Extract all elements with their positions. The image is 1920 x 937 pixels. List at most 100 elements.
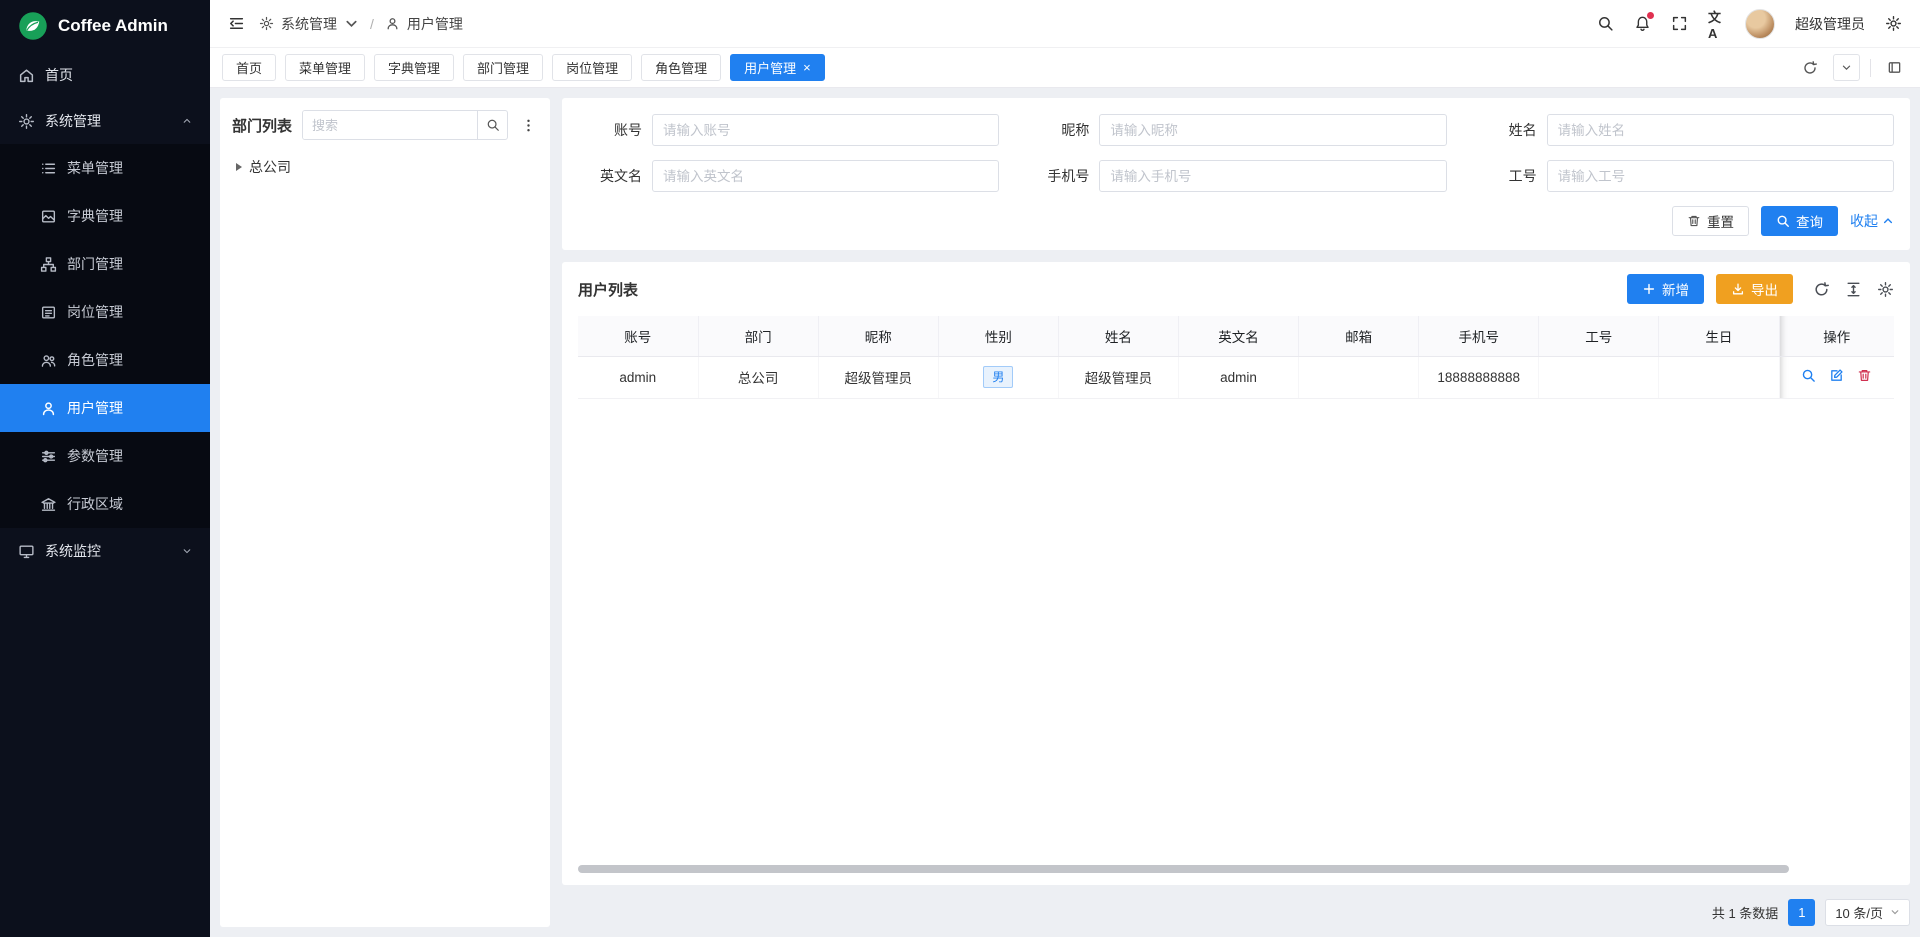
field-label: 手机号 — [1025, 166, 1089, 186]
breadcrumb: 系统管理 / 用户管理 — [259, 14, 463, 34]
tab-close-icon[interactable]: × — [803, 61, 811, 74]
horizontal-scrollbar[interactable] — [578, 865, 1894, 873]
more-options-icon[interactable] — [518, 118, 538, 133]
department-search-input[interactable] — [303, 111, 477, 139]
tab-role-mgmt[interactable]: 角色管理 — [641, 54, 721, 81]
page-button-1[interactable]: 1 — [1788, 899, 1815, 926]
sidebar-item-label: 部门管理 — [67, 254, 123, 274]
settings-gear-icon[interactable] — [1885, 15, 1902, 32]
gear-icon — [18, 113, 35, 130]
tab-dept-mgmt[interactable]: 部门管理 — [463, 54, 543, 81]
sidebar-item-post-mgmt[interactable]: 岗位管理 — [0, 288, 210, 336]
chevron-down-icon — [182, 546, 192, 556]
sidebar-item-role-mgmt[interactable]: 角色管理 — [0, 336, 210, 384]
badge-icon — [40, 304, 57, 321]
sidebar-item-region-mgmt[interactable]: 行政区域 — [0, 480, 210, 528]
tab-user-mgmt[interactable]: 用户管理 × — [730, 54, 825, 81]
breadcrumb-item[interactable]: 系统管理 — [281, 14, 337, 34]
tab-dict-mgmt[interactable]: 字典管理 — [374, 54, 454, 81]
add-user-button[interactable]: 新增 — [1627, 274, 1704, 304]
field-name: 姓名 — [1473, 114, 1894, 146]
collapse-button-label: 收起 — [1850, 211, 1878, 231]
download-icon — [1731, 282, 1745, 296]
content-fullscreen-icon[interactable] — [1881, 54, 1908, 81]
export-button[interactable]: 导出 — [1716, 274, 1793, 304]
sidebar-item-label: 系统监控 — [45, 541, 101, 561]
edit-icon[interactable] — [1829, 368, 1844, 383]
tab-label: 首页 — [236, 58, 262, 77]
field-nickname: 昵称 — [1025, 114, 1446, 146]
fullscreen-icon[interactable] — [1671, 15, 1688, 32]
per-page-select[interactable]: 10 条/页 — [1825, 899, 1910, 926]
col-header-birthday: 生日 — [1659, 316, 1779, 356]
reload-icon[interactable] — [1796, 54, 1823, 81]
sidebar-item-system-monitor[interactable]: 系统监控 — [0, 528, 210, 574]
sidebar-item-dict-mgmt[interactable]: 字典管理 — [0, 192, 210, 240]
name-input[interactable] — [1547, 114, 1894, 146]
pagination-total: 共 1 条数据 — [1712, 903, 1778, 922]
row-height-icon[interactable] — [1845, 281, 1862, 298]
table-toolbar: 新增 导出 — [1627, 274, 1894, 304]
field-work-id: 工号 — [1473, 160, 1894, 192]
cell-birthday — [1659, 356, 1779, 398]
scrollbar-thumb[interactable] — [578, 865, 1789, 873]
user-list-card: 用户列表 新增 — [562, 262, 1910, 885]
tab-home[interactable]: 首页 — [222, 54, 276, 81]
query-button-label: 查询 — [1796, 211, 1823, 231]
cell-en-name: admin — [1178, 356, 1298, 398]
tree-node-head-office[interactable]: 总公司 — [232, 152, 538, 182]
avatar[interactable] — [1745, 9, 1775, 39]
chevron-down-icon — [344, 16, 359, 31]
tab-post-mgmt[interactable]: 岗位管理 — [552, 54, 632, 81]
sidebar-item-home[interactable]: 首页 — [0, 52, 210, 98]
reset-button[interactable]: 重置 — [1672, 206, 1749, 236]
sidebar-item-param-mgmt[interactable]: 参数管理 — [0, 432, 210, 480]
sidebar-item-system-mgmt[interactable]: 系统管理 — [0, 98, 210, 144]
search-icon — [1776, 214, 1790, 228]
search-icon[interactable] — [1597, 15, 1614, 32]
caret-right-icon[interactable] — [236, 163, 242, 171]
query-button[interactable]: 查询 — [1761, 206, 1838, 236]
en-name-input[interactable] — [652, 160, 999, 192]
gear-icon — [259, 16, 274, 31]
field-en-name: 英文名 — [578, 160, 999, 192]
search-icon[interactable] — [477, 111, 507, 139]
coffee-logo-icon — [18, 11, 48, 41]
cell-account: admin — [578, 356, 698, 398]
cell-name: 超级管理员 — [1058, 356, 1178, 398]
work-id-input[interactable] — [1547, 160, 1894, 192]
refresh-icon[interactable] — [1813, 281, 1830, 298]
users-icon — [40, 352, 57, 369]
current-user-name[interactable]: 超级管理员 — [1795, 14, 1865, 34]
bank-icon — [40, 496, 57, 513]
topbar-actions: 文A 超级管理员 — [1597, 9, 1902, 39]
sidebar-item-dept-mgmt[interactable]: 部门管理 — [0, 240, 210, 288]
phone-input[interactable] — [1099, 160, 1446, 192]
collapse-button[interactable]: 收起 — [1850, 211, 1894, 231]
field-phone: 手机号 — [1025, 160, 1446, 192]
app-title: Coffee Admin — [58, 16, 168, 36]
search-form: 账号 昵称 姓名 英文名 — [578, 114, 1894, 192]
table-row[interactable]: admin 总公司 超级管理员 男 超级管理员 admin 1888888888… — [578, 356, 1894, 398]
tab-label: 岗位管理 — [566, 58, 618, 77]
tree-node-label: 总公司 — [249, 157, 291, 177]
col-header-actions: 操作 — [1779, 316, 1894, 356]
column-settings-gear-icon[interactable] — [1877, 281, 1894, 298]
tab-menu-mgmt[interactable]: 菜单管理 — [285, 54, 365, 81]
sidebar-item-user-mgmt[interactable]: 用户管理 — [0, 384, 210, 432]
nickname-input[interactable] — [1099, 114, 1446, 146]
chevron-up-icon — [182, 116, 192, 126]
account-input[interactable] — [652, 114, 999, 146]
tabbar-controls — [1796, 54, 1908, 81]
breadcrumb-item: 用户管理 — [407, 14, 463, 34]
col-header-nickname: 昵称 — [818, 316, 938, 356]
view-detail-icon[interactable] — [1801, 368, 1816, 383]
tab-options-dropdown[interactable] — [1833, 54, 1860, 81]
translate-icon[interactable]: 文A — [1708, 15, 1725, 32]
notification-bell-icon[interactable] — [1634, 15, 1651, 32]
sidebar-item-menu-mgmt[interactable]: 菜单管理 — [0, 144, 210, 192]
col-header-account: 账号 — [578, 316, 698, 356]
menu-fold-icon[interactable] — [228, 15, 245, 32]
search-form-actions: 重置 查询 收起 — [578, 206, 1894, 236]
delete-icon[interactable] — [1857, 368, 1872, 383]
